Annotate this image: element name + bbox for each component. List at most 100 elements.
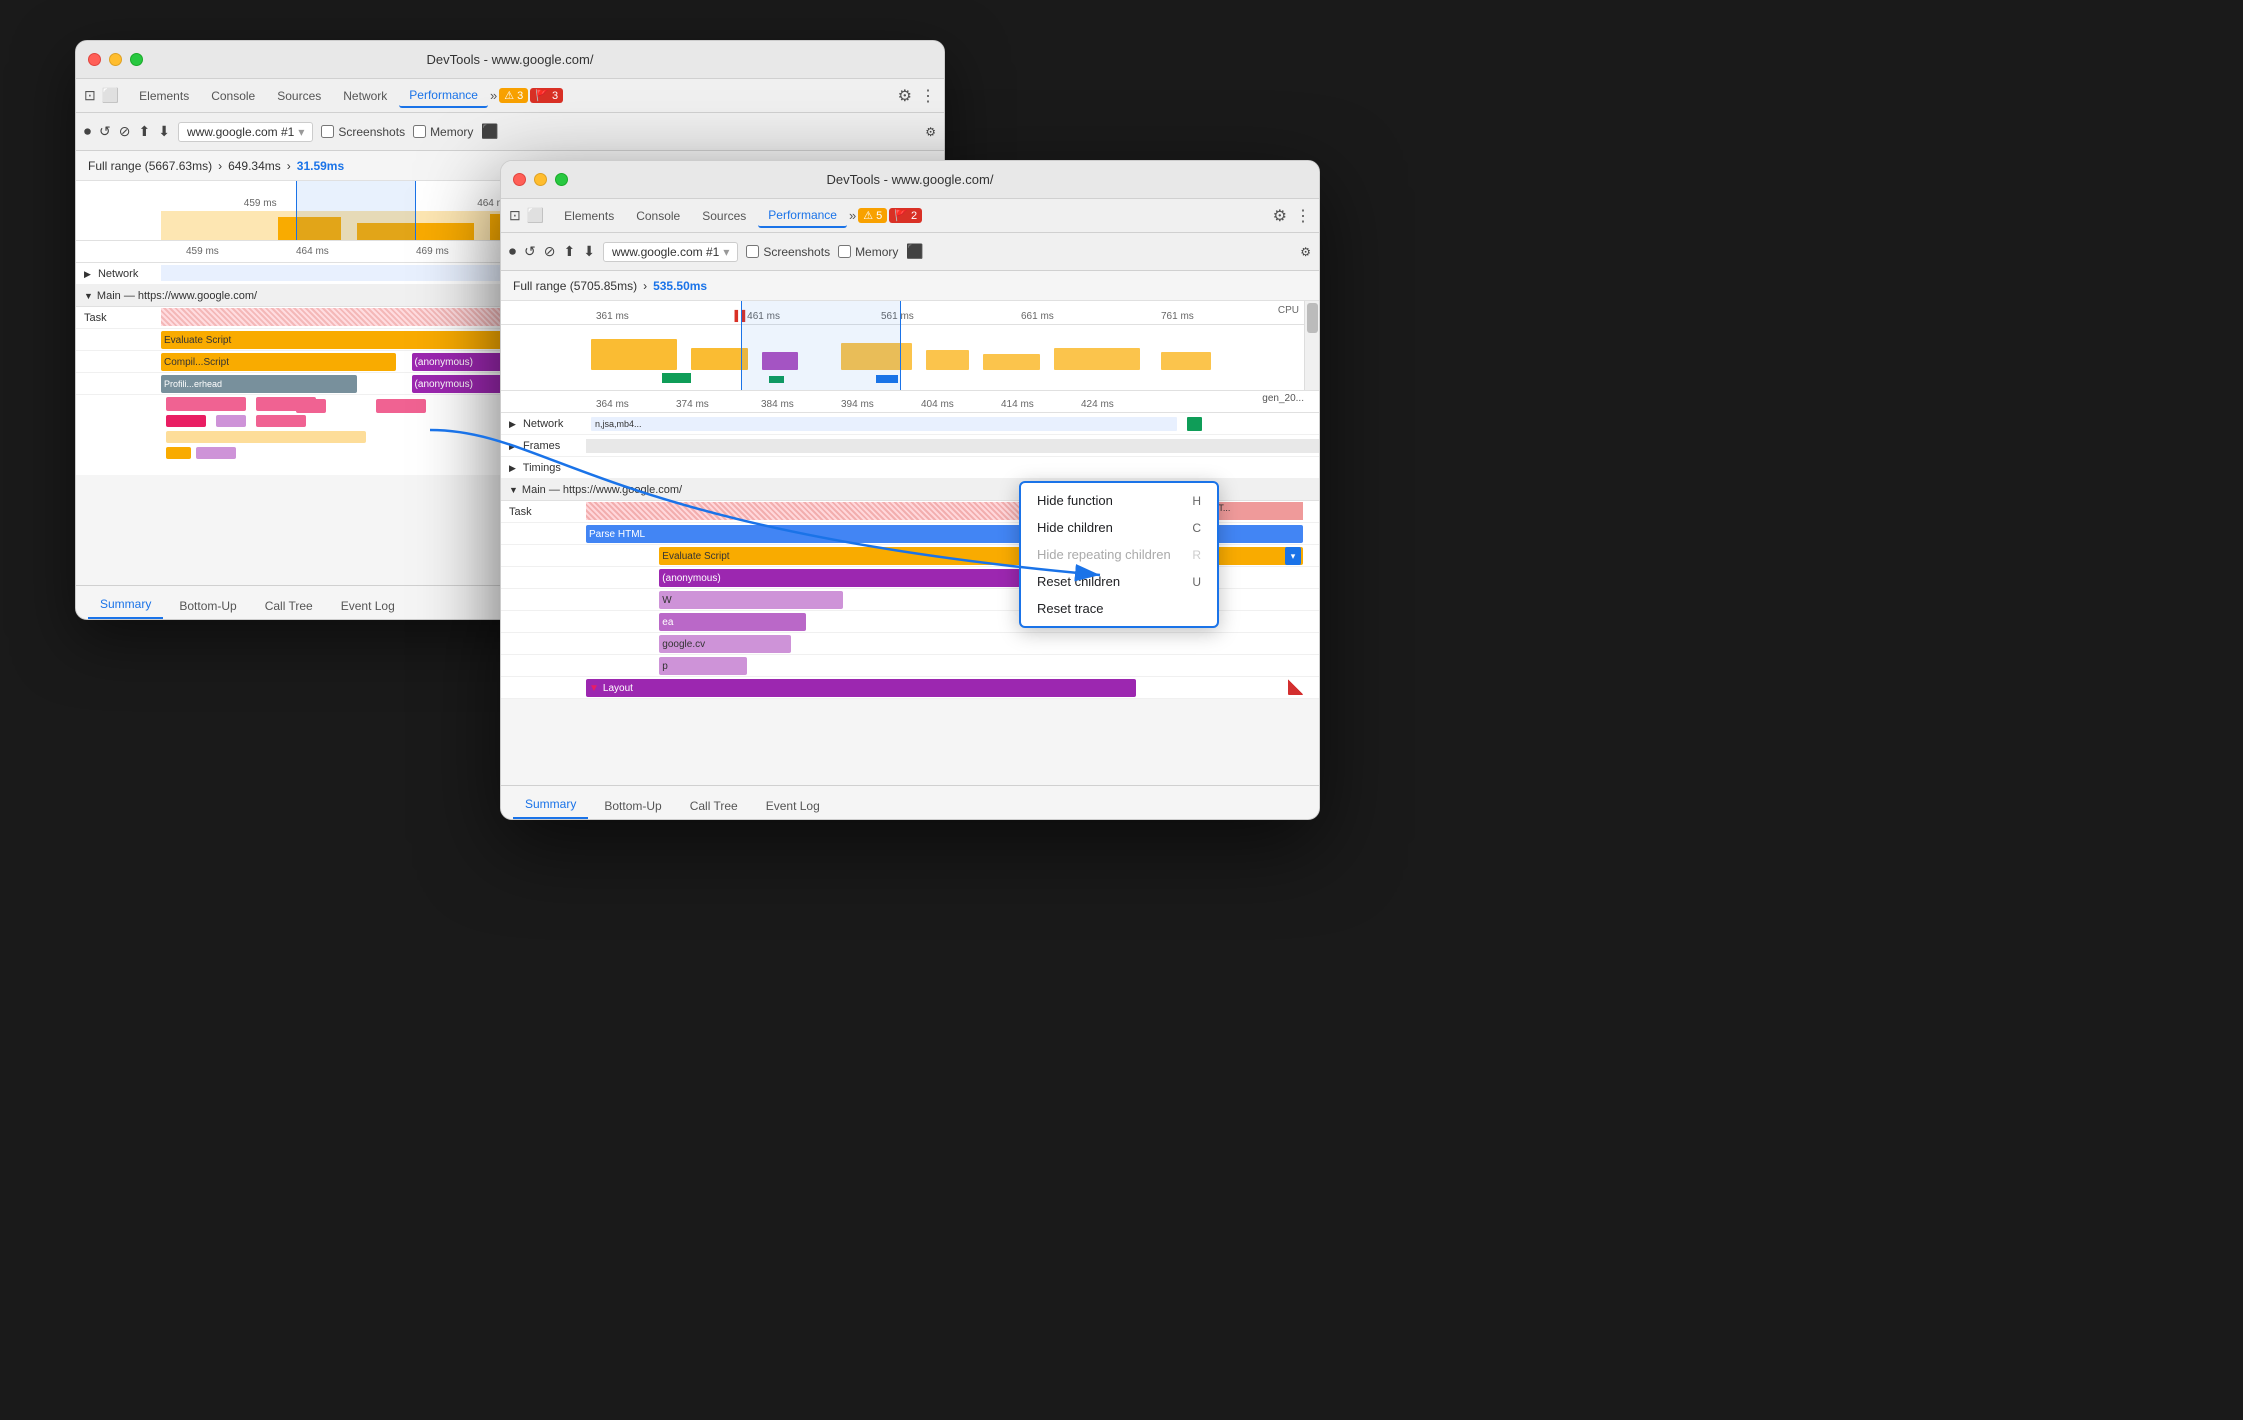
bg-upload-icon[interactable]: ⬆ — [138, 123, 150, 140]
fg-googlecv-content: google.cv — [586, 633, 1319, 654]
fg-ruler-661: 661 ms — [1021, 311, 1054, 322]
fg-memory-checkbox[interactable] — [838, 245, 851, 258]
fg-task-label: Task — [501, 506, 586, 518]
fg-sub-384: 384 ms — [761, 399, 794, 410]
bg-device-icon[interactable]: ⬜ — [102, 87, 119, 104]
bg-tab-eventlog[interactable]: Event Log — [329, 593, 407, 619]
bg-toolbar: ⏺ ↺ ⊘ ⬆ ⬇ www.google.com #1 ▾ Screenshot… — [76, 113, 944, 151]
fg-minimize-button[interactable] — [534, 173, 547, 186]
fg-screenshots-label[interactable]: Screenshots — [746, 245, 830, 259]
menu-hide-children[interactable]: Hide children C — [1021, 514, 1217, 541]
fg-tab-sources[interactable]: Sources — [692, 205, 756, 227]
bg-memory-label[interactable]: Memory — [413, 125, 473, 139]
fg-tab-summary[interactable]: Summary — [513, 791, 588, 819]
fg-tab-eventlog[interactable]: Event Log — [754, 793, 832, 819]
fg-maximize-button[interactable] — [555, 173, 568, 186]
fg-frames-content — [586, 435, 1319, 456]
fg-ea-block[interactable]: ea — [659, 613, 806, 631]
fg-error-badge: 🚩 2 — [889, 208, 922, 223]
bg-profil-block[interactable]: Profili...erhead — [161, 375, 357, 393]
fg-gen-label: gen_20... — [1262, 393, 1304, 404]
tab-network[interactable]: Network — [333, 85, 397, 107]
fg-sub-394: 394 ms — [841, 399, 874, 410]
fg-tab-elements[interactable]: Elements — [554, 205, 624, 227]
bg-tab-summary[interactable]: Summary — [88, 591, 163, 619]
menu-reset-trace[interactable]: Reset trace — [1021, 595, 1217, 622]
bg-compile-block[interactable]: Compil...Script — [161, 353, 396, 371]
bg-range-highlighted: 31.59ms — [297, 159, 344, 173]
bg-more-icon[interactable]: ⋮ — [920, 86, 936, 106]
fg-reload-icon[interactable]: ↺ — [524, 243, 536, 260]
bg-tab-bar: ⊡ ⬜ Elements Console Sources Network Per… — [76, 79, 944, 113]
fg-more-icon[interactable]: ⋮ — [1295, 206, 1311, 226]
fg-vscroll-thumb[interactable] — [1307, 303, 1318, 333]
tab-performance[interactable]: Performance — [399, 84, 488, 108]
bg-inspector-icon[interactable]: ⊡ — [84, 87, 96, 104]
menu-reset-children[interactable]: Reset children U — [1021, 568, 1217, 595]
fg-selection-overlay — [741, 301, 901, 390]
fg-inspector-icon[interactable]: ⊡ — [509, 207, 521, 224]
bg-clear-icon[interactable]: ⊘ — [119, 123, 131, 140]
fg-window-title: DevTools - www.google.com/ — [827, 172, 994, 187]
fg-layout-row: ▼ Layout — [501, 677, 1319, 699]
bg-tab-bottomup[interactable]: Bottom-Up — [167, 593, 248, 619]
fg-tab-console[interactable]: Console — [626, 205, 690, 227]
bg-task-label: Task — [76, 312, 161, 324]
fg-screenshots-checkbox[interactable] — [746, 245, 759, 258]
bg-tab-calltree[interactable]: Call Tree — [253, 593, 325, 619]
bg-cpu-icon[interactable]: ⬛ — [481, 123, 498, 140]
fg-sub-414: 414 ms — [1001, 399, 1034, 410]
fg-upload-icon[interactable]: ⬆ — [563, 243, 575, 260]
fg-range-highlighted: 535.50ms — [653, 279, 707, 293]
fg-frames-row: ▶ Frames — [501, 435, 1319, 457]
fg-vscroll[interactable] — [1304, 301, 1319, 390]
fg-p-block[interactable]: p — [659, 657, 747, 675]
bg-perf-settings-icon[interactable]: ⚙ — [925, 125, 936, 139]
foreground-window: DevTools - www.google.com/ ⊡ ⬜ Elements … — [500, 160, 1320, 820]
fg-timings-row: ▶ Timings — [501, 457, 1319, 479]
fg-tab-performance[interactable]: Performance — [758, 204, 847, 228]
fg-tab-bottomup[interactable]: Bottom-Up — [592, 793, 673, 819]
bg-minimize-button[interactable] — [109, 53, 122, 66]
fg-dropdown-button[interactable]: ▾ — [1285, 547, 1301, 565]
tab-sources[interactable]: Sources — [267, 85, 331, 107]
bg-screenshots-checkbox[interactable] — [321, 125, 334, 138]
fg-range-label: Full range (5705.85ms) — [513, 279, 637, 293]
fg-tab-calltree[interactable]: Call Tree — [678, 793, 750, 819]
fg-close-button[interactable] — [513, 173, 526, 186]
fg-memory-label[interactable]: Memory — [838, 245, 898, 259]
fg-googlecv-block[interactable]: google.cv — [659, 635, 791, 653]
bg-record-icon[interactable]: ⏺ — [84, 123, 91, 140]
fg-w-block[interactable]: W — [659, 591, 842, 609]
bg-screenshots-label[interactable]: Screenshots — [321, 125, 405, 139]
fg-googlecv-row: google.cv — [501, 633, 1319, 655]
fg-clear-icon[interactable]: ⊘ — [544, 243, 556, 260]
bg-url-field[interactable]: www.google.com #1 ▾ — [178, 122, 313, 142]
fg-device-icon[interactable]: ⬜ — [527, 207, 544, 224]
fg-network-label: ▶ Network — [501, 418, 586, 430]
bg-range-selected: 649.34ms — [228, 159, 281, 173]
fg-layout-block[interactable]: ▼ Layout — [586, 679, 1136, 697]
bg-range-arrow: › — [218, 159, 222, 173]
fg-download-icon[interactable]: ⬇ — [583, 243, 595, 260]
menu-hide-function[interactable]: Hide function H — [1021, 487, 1217, 514]
bg-url-dropdown-icon[interactable]: ▾ — [298, 125, 304, 139]
bg-maximize-button[interactable] — [130, 53, 143, 66]
fg-sub-404: 404 ms — [921, 399, 954, 410]
bg-download-icon[interactable]: ⬇ — [158, 123, 170, 140]
fg-more-tabs-icon[interactable]: » — [849, 208, 856, 223]
fg-perf-settings-icon[interactable]: ⚙ — [1300, 245, 1311, 259]
fg-url-dropdown-icon[interactable]: ▾ — [723, 245, 729, 259]
fg-settings-icon[interactable]: ⚙ — [1273, 206, 1287, 226]
bg-more-tabs-icon[interactable]: » — [490, 88, 497, 103]
tab-console[interactable]: Console — [201, 85, 265, 107]
fg-cpu-icon[interactable]: ⬛ — [906, 243, 923, 260]
bg-close-button[interactable] — [88, 53, 101, 66]
fg-url-field[interactable]: www.google.com #1 ▾ — [603, 242, 738, 262]
fg-sub-424: 424 ms — [1081, 399, 1114, 410]
bg-reload-icon[interactable]: ↺ — [99, 123, 111, 140]
bg-memory-checkbox[interactable] — [413, 125, 426, 138]
fg-record-icon[interactable]: ⏺ — [509, 243, 516, 260]
tab-elements[interactable]: Elements — [129, 85, 199, 107]
bg-settings-icon[interactable]: ⚙ — [898, 86, 912, 106]
